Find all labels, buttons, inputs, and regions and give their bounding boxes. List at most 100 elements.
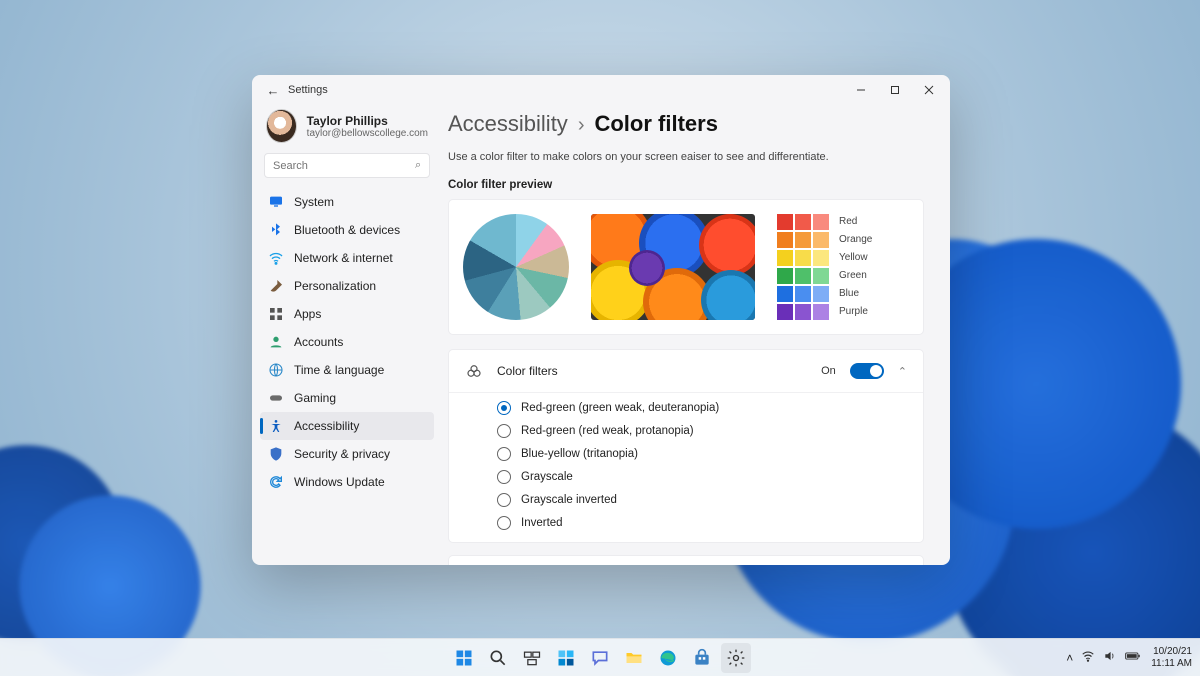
shield-icon [268, 446, 284, 462]
palette-swatch [813, 250, 829, 266]
palette-swatch [777, 286, 793, 302]
sidebar-item-accounts[interactable]: Accounts [260, 328, 434, 356]
start-button[interactable] [449, 643, 479, 673]
radio-button[interactable] [497, 493, 511, 507]
breadcrumb: Accessibility › Color filters [448, 111, 924, 137]
back-button[interactable]: ← [262, 83, 284, 98]
chevron-up-icon[interactable]: ⌃ [898, 365, 907, 378]
nav: System Bluetooth & devices Network & inter… [260, 188, 434, 496]
sidebar-item-label: Accessibility [294, 419, 359, 433]
sidebar-item-label: Apps [294, 307, 321, 321]
photo-preview [591, 214, 755, 320]
sidebar-item-system[interactable]: System [260, 188, 434, 216]
wifi-icon [268, 250, 284, 266]
radio-button[interactable] [497, 447, 511, 461]
update-icon [268, 474, 284, 490]
color-filters-title: Color filters [497, 364, 558, 378]
palette-swatch [795, 250, 811, 266]
volume-tray-icon[interactable] [1103, 649, 1117, 666]
sidebar-item-label: System [294, 195, 334, 209]
settings-taskbar-button[interactable] [721, 643, 751, 673]
search-box[interactable]: ⌕ [264, 153, 430, 178]
palette-swatch [813, 232, 829, 248]
keyboard-shortcut-row[interactable]: Keyboard shortcut for color filters Off [449, 556, 923, 565]
breadcrumb-current: Color filters [594, 111, 717, 137]
store-button[interactable] [687, 643, 717, 673]
sidebar-item-bluetooth-devices[interactable]: Bluetooth & devices [260, 216, 434, 244]
sidebar-item-label: Time & language [294, 363, 384, 377]
color-filters-row[interactable]: Color filters On ⌃ [449, 350, 923, 393]
palette-label: Orange [839, 232, 872, 248]
keyboard-shortcut-card: Keyboard shortcut for color filters Off [448, 555, 924, 565]
radio-button[interactable] [497, 424, 511, 438]
sidebar-item-label: Network & internet [294, 251, 393, 265]
file-explorer-button[interactable] [619, 643, 649, 673]
sidebar-item-accessibility[interactable]: Accessibility [260, 412, 434, 440]
filter-option[interactable]: Red-green (green weak, deuteranopia) [497, 401, 907, 415]
search-icon: ⌕ [415, 159, 421, 172]
apps-icon [268, 306, 284, 322]
filter-option-label: Red-green (red weak, protanopia) [521, 425, 694, 437]
sidebar-item-label: Personalization [294, 279, 376, 293]
palette-label: Green [839, 268, 872, 284]
filter-options: Red-green (green weak, deuteranopia) Red-… [449, 393, 923, 542]
palette-swatch [777, 232, 793, 248]
sidebar-item-label: Accounts [294, 335, 343, 349]
radio-button[interactable] [497, 401, 511, 415]
filter-option[interactable]: Blue-yellow (tritanopia) [497, 447, 907, 461]
palette-label: Blue [839, 286, 872, 302]
filter-option[interactable]: Inverted [497, 516, 907, 530]
minimize-button[interactable] [844, 75, 878, 105]
color-filters-toggle[interactable] [850, 363, 884, 379]
filter-option-label: Grayscale inverted [521, 494, 617, 506]
tray-chevron-up-icon[interactable]: ˄ [1066, 651, 1073, 665]
globe-clock-icon [268, 362, 284, 378]
sidebar: Taylor Phillips taylor@bellowscollege.co… [252, 105, 442, 565]
sidebar-item-windows-update[interactable]: Windows Update [260, 468, 434, 496]
filter-option-label: Grayscale [521, 471, 573, 483]
chat-button[interactable] [585, 643, 615, 673]
filter-option-label: Blue-yellow (tritanopia) [521, 448, 638, 460]
taskbar-center [449, 643, 751, 673]
window-title: Settings [288, 84, 328, 96]
palette-label: Yellow [839, 250, 872, 266]
radio-button[interactable] [497, 470, 511, 484]
sidebar-item-gaming[interactable]: Gaming [260, 384, 434, 412]
palette-preview: RedOrangeYellowGreenBluePurple [777, 214, 872, 320]
accessibility-icon [268, 418, 284, 434]
chevron-right-icon: › [578, 114, 585, 137]
sidebar-item-label: Windows Update [294, 475, 385, 489]
sidebar-item-label: Gaming [294, 391, 336, 405]
bluetooth-icon [268, 222, 284, 238]
radio-button[interactable] [497, 516, 511, 530]
taskbar-search-button[interactable] [483, 643, 513, 673]
task-view-button[interactable] [517, 643, 547, 673]
clock[interactable]: 10/20/21 11:11 AM [1151, 646, 1192, 670]
filter-option[interactable]: Grayscale [497, 470, 907, 484]
widgets-button[interactable] [551, 643, 581, 673]
close-button[interactable] [912, 75, 946, 105]
sidebar-item-security-privacy[interactable]: Security & privacy [260, 440, 434, 468]
sidebar-item-time-language[interactable]: Time & language [260, 356, 434, 384]
paintbrush-icon [268, 278, 284, 294]
profile[interactable]: Taylor Phillips taylor@bellowscollege.co… [260, 105, 434, 153]
palette-swatch [777, 304, 793, 320]
battery-tray-icon[interactable] [1125, 649, 1141, 666]
maximize-button[interactable] [878, 75, 912, 105]
palette-swatch [813, 268, 829, 284]
search-input[interactable] [273, 160, 415, 172]
edge-button[interactable] [653, 643, 683, 673]
palette-swatch [795, 268, 811, 284]
sidebar-item-network-internet[interactable]: Network & internet [260, 244, 434, 272]
filter-option[interactable]: Grayscale inverted [497, 493, 907, 507]
breadcrumb-parent[interactable]: Accessibility [448, 111, 568, 137]
sidebar-item-personalization[interactable]: Personalization [260, 272, 434, 300]
sidebar-item-apps[interactable]: Apps [260, 300, 434, 328]
preview-card: RedOrangeYellowGreenBluePurple [448, 199, 924, 335]
color-filters-state: On [821, 365, 836, 377]
profile-name: Taylor Phillips [307, 114, 428, 128]
wifi-tray-icon[interactable] [1081, 649, 1095, 666]
palette-swatch [777, 268, 793, 284]
palette-swatch [813, 214, 829, 230]
filter-option[interactable]: Red-green (red weak, protanopia) [497, 424, 907, 438]
